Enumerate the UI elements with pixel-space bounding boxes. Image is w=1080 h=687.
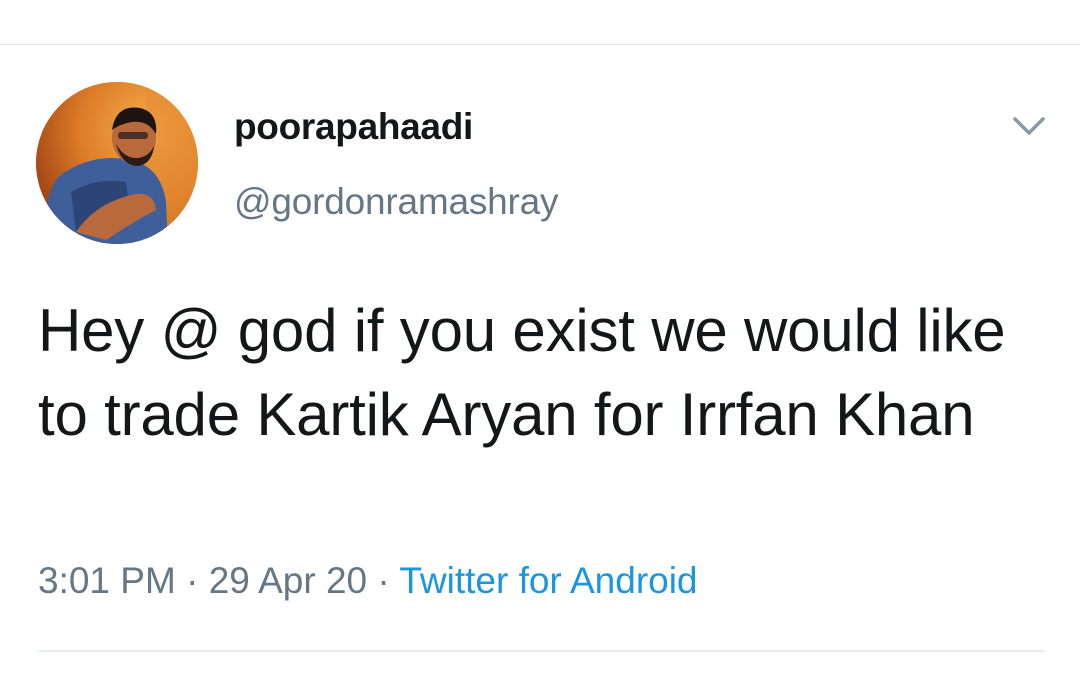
tweet-time[interactable]: 3:01 PM [38,560,176,601]
tweet-options-button[interactable] [1008,110,1050,142]
user-avatar[interactable] [36,82,198,244]
tweet-text: Hey @ god if you exist we would like to … [38,297,1006,448]
meta-separator: · [377,560,390,601]
top-divider [0,44,1080,45]
avatar-photo-icon [36,82,198,244]
author-handle[interactable]: @gordonramashray [234,181,559,223]
chevron-down-icon [1013,117,1045,135]
tweet-source-link[interactable]: Twitter for Android [399,560,697,601]
author-display-name[interactable]: poorapahaadi [234,106,473,148]
tweet-metadata: 3:01 PM · 29 Apr 20 · Twitter for Androi… [38,560,698,602]
tweet-date[interactable]: 29 Apr 20 [209,560,367,601]
meta-separator: · [186,560,199,601]
bottom-divider [38,650,1044,652]
